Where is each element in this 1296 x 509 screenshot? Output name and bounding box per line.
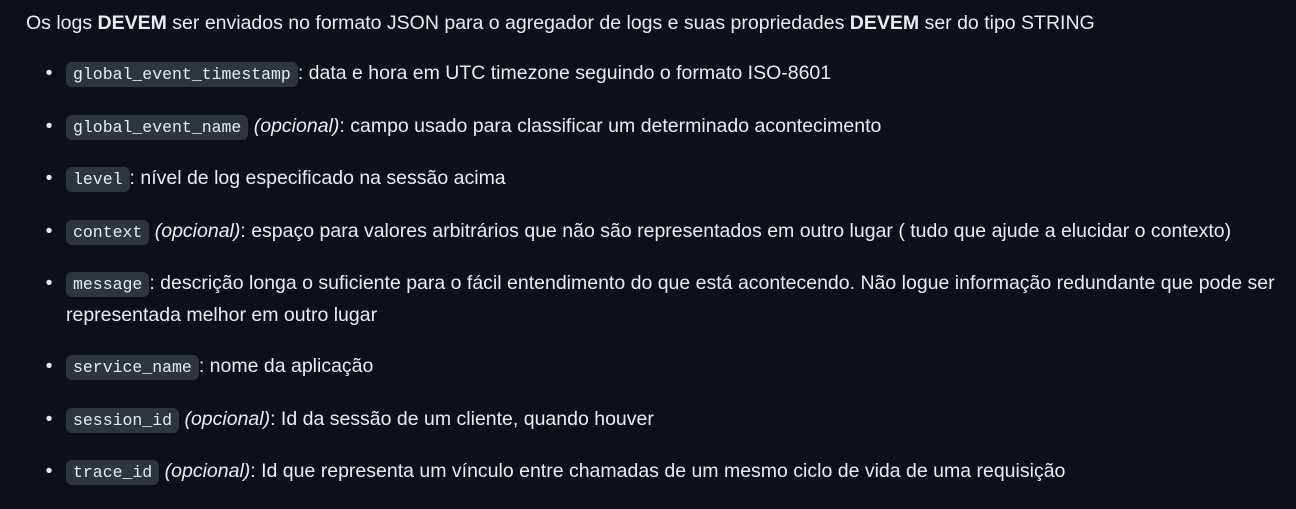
bullet-icon: • (45, 219, 53, 242)
list-item: • global_event_timestamp: data e hora em … (26, 58, 1276, 90)
bullet-icon: • (45, 114, 53, 137)
intro-paragraph: Os logs DEVEM ser enviados no formato JS… (26, 8, 1276, 38)
intro-text-1: Os logs (26, 12, 98, 34)
bullet-icon: • (45, 272, 53, 295)
item-description: : campo usado para classificar um determ… (339, 114, 882, 137)
list-item: • level: nível de log especificado na ses… (26, 163, 1276, 195)
intro-text-3: ser do tipo STRING (919, 12, 1095, 34)
inline-code: level (66, 167, 130, 193)
item-description: : Id que representa um vínculo entre cha… (250, 460, 1066, 483)
item-description: : descrição longa o suficiente para o fá… (66, 272, 1275, 327)
inline-code: session_id (66, 407, 180, 433)
list-item: • session_id (opcional): Id da sessão de … (26, 404, 1276, 436)
document-content: Os logs DEVEM ser enviados no formato JS… (26, 8, 1276, 486)
inline-code: context (66, 219, 150, 245)
inline-code: trace_id (66, 460, 160, 486)
intro-text-2: ser enviados no formato JSON para o agre… (166, 12, 850, 34)
optional-label: (opcional) (184, 407, 271, 430)
inline-code: service_name (66, 354, 199, 380)
bullet-icon: • (45, 407, 53, 430)
item-description: : Id da sessão de um cliente, quando hou… (270, 407, 654, 430)
inline-code: message (66, 272, 150, 298)
inline-code: global_event_timestamp (66, 62, 298, 87)
intro-strong-2: DEVEM (849, 12, 920, 34)
item-description: : data e hora em UTC timezone seguindo o… (297, 62, 832, 84)
bullet-icon: • (45, 354, 53, 377)
list-item: • global_event_name (opcional): campo usa… (26, 111, 1276, 143)
item-description: : espaço para valores arbitrários que nã… (240, 219, 1232, 242)
bullet-icon: • (45, 167, 53, 190)
list-item: • context (opcional): espaço para valores… (26, 216, 1276, 248)
inline-code: global_event_name (66, 114, 249, 140)
list-item: • trace_id (opcional): Id que representa … (26, 456, 1276, 488)
optional-label: (opcional) (164, 460, 251, 483)
bullet-icon: • (45, 62, 53, 84)
properties-list: • global_event_timestamp: data e hora em … (26, 58, 1276, 509)
list-item: • service_name: nome da aplicação (26, 351, 1276, 383)
intro-strong-1: DEVEM (97, 12, 167, 34)
optional-label: (opcional) (154, 219, 241, 242)
list-item: • message: descrição longa o suficiente p… (26, 268, 1276, 330)
item-description: : nome da aplicação (198, 354, 374, 377)
bullet-icon: • (45, 460, 53, 483)
item-description: : nível de log especificado na sessão ac… (129, 167, 506, 190)
optional-label: (opcional) (253, 114, 340, 137)
